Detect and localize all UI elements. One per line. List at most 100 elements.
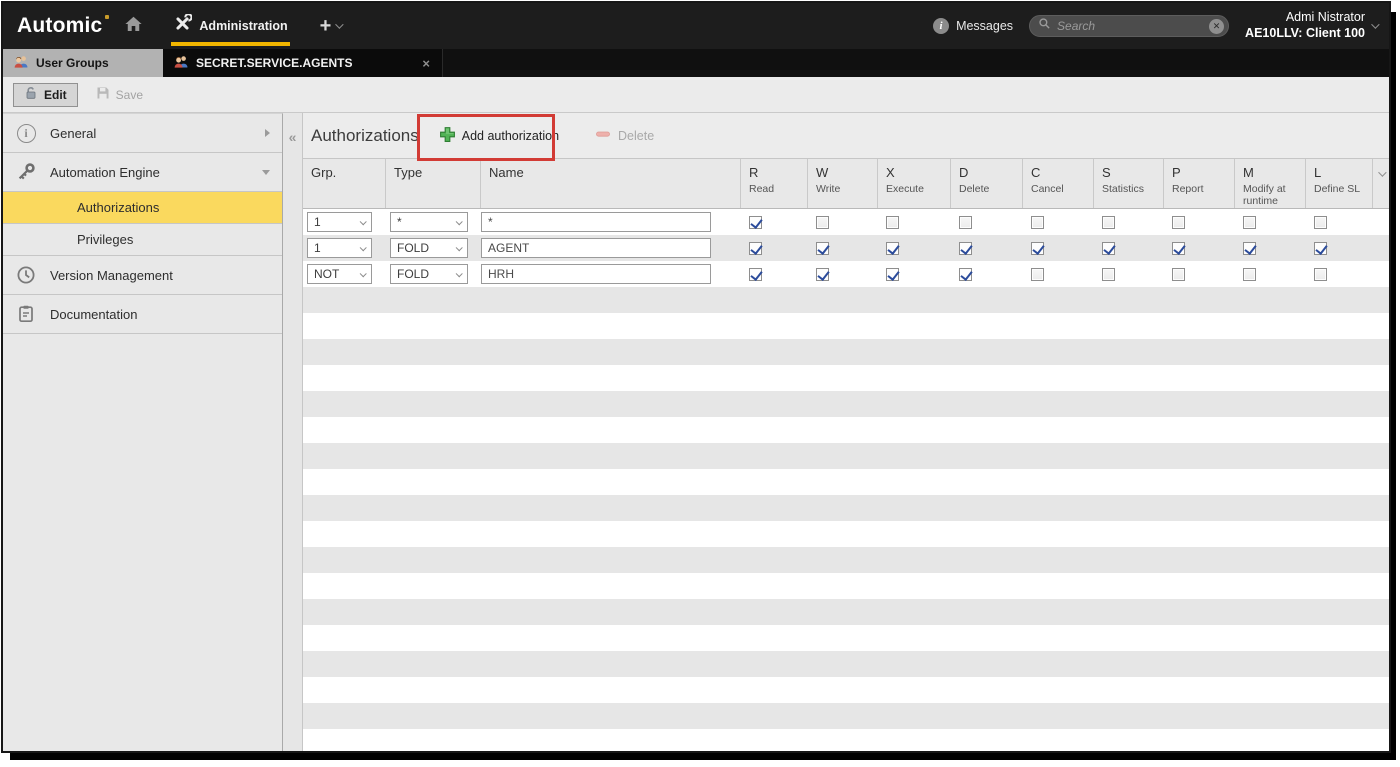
empty-table-row[interactable] xyxy=(303,417,1389,443)
type-select[interactable]: FOLD xyxy=(390,264,468,284)
collapse-icon[interactable]: « xyxy=(289,129,297,145)
table-row[interactable]: 1* xyxy=(303,209,1389,235)
home-button[interactable] xyxy=(124,15,143,38)
close-icon[interactable]: × xyxy=(420,57,432,70)
empty-table-row[interactable] xyxy=(303,703,1389,729)
empty-table-row[interactable] xyxy=(303,573,1389,599)
grp-select[interactable]: NOT xyxy=(307,264,372,284)
nav-administration-label: Administration xyxy=(199,19,287,33)
perm-checkbox-w[interactable] xyxy=(816,216,829,229)
empty-table-row[interactable] xyxy=(303,677,1389,703)
perm-checkbox-c[interactable] xyxy=(1031,216,1044,229)
header-sublabel: Modify at runtime xyxy=(1243,183,1301,207)
empty-table-row[interactable] xyxy=(303,729,1389,751)
perm-checkbox-s[interactable] xyxy=(1102,242,1115,255)
header-cell: RRead xyxy=(741,159,808,208)
perm-checkbox-s[interactable] xyxy=(1102,216,1115,229)
search-input[interactable] xyxy=(1057,19,1203,33)
empty-table-row[interactable] xyxy=(303,625,1389,651)
empty-table-row[interactable] xyxy=(303,339,1389,365)
perm-checkbox-d[interactable] xyxy=(959,216,972,229)
header-cell: M Modify at runtime xyxy=(1235,159,1306,208)
perm-cell xyxy=(878,216,951,229)
delete-label: Delete xyxy=(618,129,654,143)
perm-checkbox-r[interactable] xyxy=(749,242,762,255)
perm-checkbox-d[interactable] xyxy=(959,268,972,281)
name-input[interactable] xyxy=(481,238,711,258)
perm-checkbox-l[interactable] xyxy=(1314,242,1327,255)
perm-checkbox-r[interactable] xyxy=(749,268,762,281)
empty-table-row[interactable] xyxy=(303,287,1389,313)
nav-administration[interactable]: Administration xyxy=(173,3,287,49)
tab-user-groups[interactable]: User Groups xyxy=(3,49,163,77)
header-label: X xyxy=(886,165,946,180)
perm-checkbox-x[interactable] xyxy=(886,216,899,229)
delete-button[interactable]: Delete xyxy=(595,126,654,145)
header-sublabel: Write xyxy=(816,183,873,195)
sidebar-item-general[interactable]: i General xyxy=(3,114,282,153)
header-cell: SStatistics xyxy=(1094,159,1164,208)
empty-table-row[interactable] xyxy=(303,495,1389,521)
edit-button[interactable]: Edit xyxy=(13,83,78,107)
column-chooser[interactable] xyxy=(1373,159,1389,208)
perm-checkbox-l[interactable] xyxy=(1314,268,1327,281)
perm-cell xyxy=(878,268,951,281)
type-select[interactable]: FOLD xyxy=(390,238,468,258)
name-input[interactable] xyxy=(481,212,711,232)
type-cell: FOLD xyxy=(386,238,481,258)
empty-table-row[interactable] xyxy=(303,547,1389,573)
tab-secret-service-agents[interactable]: SECRET.SERVICE.AGENTS × xyxy=(163,49,443,77)
messages-button[interactable]: i Messages xyxy=(933,18,1013,34)
grp-select[interactable]: 1 xyxy=(307,212,372,232)
selected-value: NOT xyxy=(314,267,339,281)
sidebar-item-privileges[interactable]: Privileges xyxy=(3,224,282,256)
header-sublabel: Report xyxy=(1172,183,1230,195)
empty-table-row[interactable] xyxy=(303,443,1389,469)
header-label: M xyxy=(1243,165,1301,180)
perm-checkbox-w[interactable] xyxy=(816,268,829,281)
user-menu[interactable]: Admi Nistrator AE10LLV: Client 100 xyxy=(1245,10,1377,41)
header-label: Type xyxy=(394,165,476,180)
empty-table-row[interactable] xyxy=(303,365,1389,391)
perm-checkbox-x[interactable] xyxy=(886,242,899,255)
header-sublabel: Read xyxy=(749,183,803,195)
empty-table-row[interactable] xyxy=(303,313,1389,339)
perm-checkbox-s[interactable] xyxy=(1102,268,1115,281)
empty-table-row[interactable] xyxy=(303,599,1389,625)
perm-checkbox-w[interactable] xyxy=(816,242,829,255)
perm-checkbox-c[interactable] xyxy=(1031,242,1044,255)
perm-checkbox-p[interactable] xyxy=(1172,268,1185,281)
table-row[interactable]: 1 FOLD xyxy=(303,235,1389,261)
perm-checkbox-l[interactable] xyxy=(1314,216,1327,229)
perm-checkbox-p[interactable] xyxy=(1172,216,1185,229)
header-label: Grp. xyxy=(311,165,381,180)
save-button[interactable]: Save xyxy=(96,86,143,103)
empty-table-row[interactable] xyxy=(303,469,1389,495)
chevron-down-icon xyxy=(360,244,367,251)
empty-table-row[interactable] xyxy=(303,391,1389,417)
empty-table-row[interactable] xyxy=(303,521,1389,547)
header-sublabel: Cancel xyxy=(1031,183,1089,195)
perm-checkbox-d[interactable] xyxy=(959,242,972,255)
new-perspective-button[interactable]: + xyxy=(320,16,342,36)
clear-search-icon[interactable]: ✕ xyxy=(1209,19,1224,34)
perm-checkbox-r[interactable] xyxy=(749,216,762,229)
type-select[interactable]: * xyxy=(390,212,468,232)
name-input[interactable] xyxy=(481,264,711,284)
perm-checkbox-x[interactable] xyxy=(886,268,899,281)
perm-checkbox-c[interactable] xyxy=(1031,268,1044,281)
sidebar-item-documentation[interactable]: Documentation xyxy=(3,295,282,334)
user-name: Admi Nistrator xyxy=(1245,10,1365,26)
table-row[interactable]: NOT FOLD xyxy=(303,261,1389,287)
perm-checkbox-p[interactable] xyxy=(1172,242,1185,255)
grp-select[interactable]: 1 xyxy=(307,238,372,258)
perm-checkbox-m[interactable] xyxy=(1243,216,1256,229)
column-chooser-chevron-icon xyxy=(1378,168,1386,176)
sidebar-item-version-management[interactable]: Version Management xyxy=(3,256,282,295)
add-authorization-button[interactable]: Add authorization xyxy=(439,126,559,146)
sidebar-item-authorizations[interactable]: Authorizations xyxy=(3,192,282,224)
perm-checkbox-m[interactable] xyxy=(1243,242,1256,255)
empty-table-row[interactable] xyxy=(303,651,1389,677)
sidebar-item-automation-engine[interactable]: Automation Engine xyxy=(3,153,282,192)
perm-checkbox-m[interactable] xyxy=(1243,268,1256,281)
